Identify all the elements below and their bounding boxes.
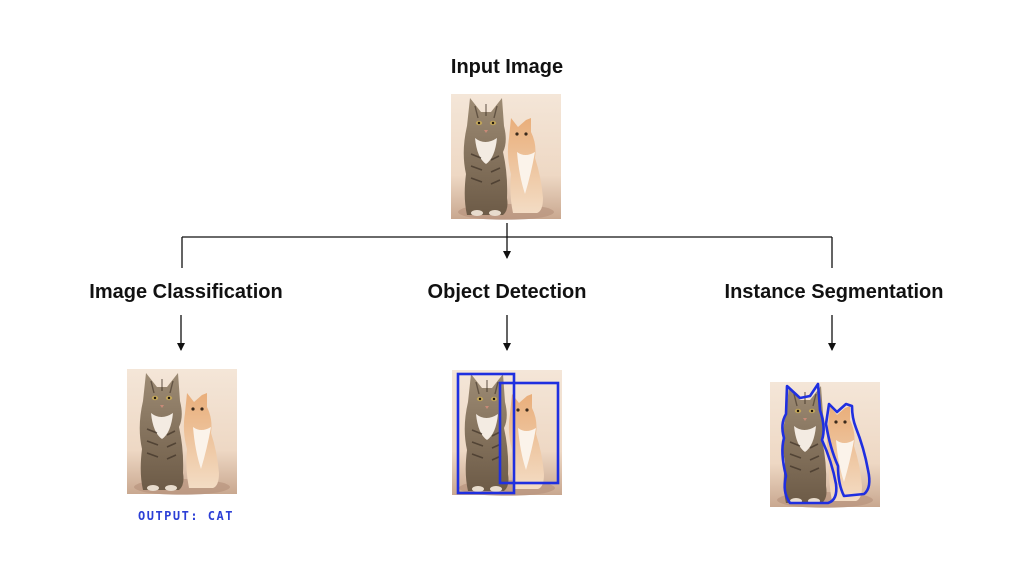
classification-cat-image xyxy=(126,368,238,496)
image-classification-title: Image Classification xyxy=(89,281,283,303)
diagram-canvas: Input Image Image Classification Object … xyxy=(0,0,1024,585)
input-image-title: Input Image xyxy=(450,56,564,78)
object-detection-title: Object Detection xyxy=(427,281,587,303)
classification-output-label: OUTPUT: CAT xyxy=(138,509,234,523)
instance-segmentation-title: Instance Segmentation xyxy=(724,281,944,303)
detection-cat-image xyxy=(451,369,563,497)
input-cat-image xyxy=(450,93,562,221)
